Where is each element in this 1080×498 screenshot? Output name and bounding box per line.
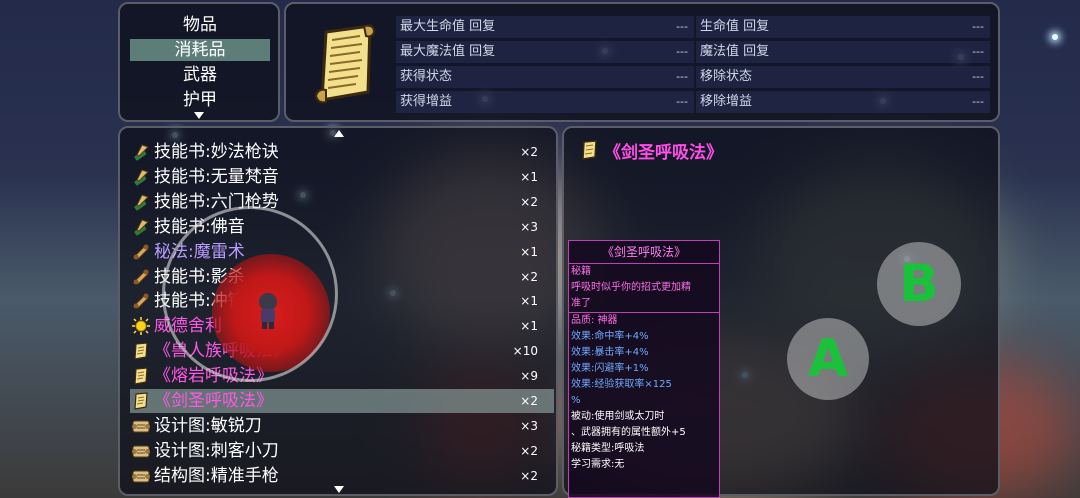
- item-count: ×2: [520, 145, 538, 159]
- tooltip-category: 秘籍: [571, 266, 591, 277]
- category-item-items[interactable]: 物品: [130, 14, 270, 36]
- scroll-roll-icon: [132, 292, 150, 310]
- parchment-icon: [132, 342, 150, 360]
- scroll-roll-icon: [132, 243, 150, 261]
- item-count: ×2: [520, 194, 538, 209]
- item-count: ×1: [520, 169, 538, 184]
- sun-relic-icon: [132, 317, 150, 336]
- blueprint-icon: [132, 417, 150, 435]
- stat-gain-state: 获得状态 ---: [396, 66, 694, 88]
- tooltip-title: 《剑圣呼吸法》: [569, 241, 719, 264]
- tooltip-quality: 品质: 神器: [571, 315, 618, 326]
- scroll-up-arrow-icon[interactable]: [334, 130, 344, 137]
- item-count: ×2: [520, 443, 538, 458]
- tooltip-effect: 效果:暴击率+4%: [571, 347, 649, 358]
- stat-hp-recover: 生命值 回复 ---: [696, 16, 990, 38]
- scroll-down-arrow-icon[interactable]: [334, 486, 344, 493]
- item-count: ×3: [520, 219, 538, 234]
- item-count: ×1: [520, 319, 538, 334]
- item-list-row[interactable]: 《熔岩呼吸法》 ×9: [130, 364, 554, 388]
- tooltip-book-type: 秘籍类型:呼吸法: [571, 443, 645, 454]
- detail-title: 《剑圣呼吸法》: [604, 143, 723, 163]
- virtual-joystick[interactable]: [162, 206, 338, 382]
- stat-mp-recover: 魔法值 回复 ---: [696, 41, 990, 63]
- item-count: ×2: [520, 394, 538, 408]
- action-a-button[interactable]: A: [787, 318, 869, 400]
- item-name: 《剑圣呼吸法》: [154, 391, 273, 411]
- quill-book-icon: [132, 218, 150, 236]
- scroll-down-arrow-icon[interactable]: [194, 112, 204, 119]
- quill-book-icon: [132, 193, 150, 211]
- item-name: 设计图:刺客小刀: [154, 440, 279, 461]
- item-list-row[interactable]: 技能书:无量梵音 ×1: [130, 165, 554, 189]
- stat-remove-state: 移除状态 ---: [696, 66, 990, 88]
- item-count: ×2: [520, 468, 538, 483]
- stat-remove-buff: 移除增益 ---: [696, 91, 990, 113]
- tooltip-description-line: 呼吸时似乎你的招式更加精: [571, 282, 691, 293]
- category-item-weapons[interactable]: 武器: [130, 64, 270, 86]
- quill-book-icon: [132, 168, 150, 186]
- item-list-row[interactable]: 结构图:精准手枪 ×2: [130, 464, 554, 488]
- item-list-row[interactable]: 技能书:六门枪势 ×2: [130, 190, 554, 214]
- item-count: ×10: [512, 344, 538, 359]
- scroll-roll-icon: [132, 268, 150, 286]
- tooltip-effect: 效果:闪避率+1%: [571, 363, 649, 374]
- blueprint-icon: [132, 467, 150, 485]
- item-count: ×3: [520, 418, 538, 433]
- stat-max-hp-recover: 最大生命值 回复 ---: [396, 16, 694, 38]
- tooltip-effect: 效果:经验获取率×125: [571, 379, 672, 390]
- item-name: 设计图:敏锐刀: [154, 415, 262, 436]
- scroll-item-icon: [314, 24, 376, 104]
- item-name: 技能书:无量梵音: [154, 166, 279, 187]
- blueprint-icon: [132, 442, 150, 460]
- item-tooltip: 《剑圣呼吸法》 秘籍 呼吸时似乎你的招式更加精 准了 品质: 神器 效果:命中率…: [568, 240, 720, 498]
- tooltip-passive: 、武器拥有的属性额外+5: [571, 427, 686, 438]
- parchment-icon: [132, 367, 150, 385]
- action-b-button[interactable]: B: [877, 242, 961, 326]
- tooltip-effect: %: [571, 395, 581, 406]
- stat-gain-buff: 获得增益 ---: [396, 91, 694, 113]
- item-count: ×1: [520, 244, 538, 259]
- tooltip-description-line: 准了: [571, 298, 591, 309]
- tooltip-requirement: 学习需求:无: [571, 459, 625, 470]
- item-count: ×9: [520, 369, 538, 384]
- item-list-row[interactable]: 技能书:妙法枪诀 ×2: [130, 140, 554, 164]
- item-count: ×2: [520, 269, 538, 284]
- category-item-armor[interactable]: 护甲: [130, 89, 270, 111]
- tooltip-passive: 被动:使用剑或太刀时: [571, 411, 665, 422]
- parchment-icon: [582, 140, 597, 160]
- item-list-row[interactable]: 设计图:刺客小刀 ×2: [130, 439, 554, 463]
- item-list-row[interactable]: 《剑圣呼吸法》 ×2: [130, 389, 554, 413]
- category-panel: 物品 消耗品 武器 护甲: [118, 2, 280, 122]
- parchment-icon: [132, 392, 150, 410]
- quill-book-icon: [132, 143, 150, 161]
- item-count: ×1: [520, 294, 538, 309]
- item-name: 结构图:精准手枪: [154, 465, 279, 486]
- category-item-consumables[interactable]: 消耗品: [130, 39, 270, 61]
- player-sprite: [259, 293, 277, 329]
- tooltip-effect: 效果:命中率+4%: [571, 331, 649, 342]
- stat-max-mp-recover: 最大魔法值 回复 ---: [396, 41, 694, 63]
- item-stats-panel: 最大生命值 回复 --- 生命值 回复 --- 最大魔法值 回复 --- 魔法值 回复…: [284, 2, 1000, 122]
- item-list-row[interactable]: 设计图:敏锐刀 ×3: [130, 414, 554, 438]
- item-name: 技能书:妙法枪诀: [154, 142, 279, 162]
